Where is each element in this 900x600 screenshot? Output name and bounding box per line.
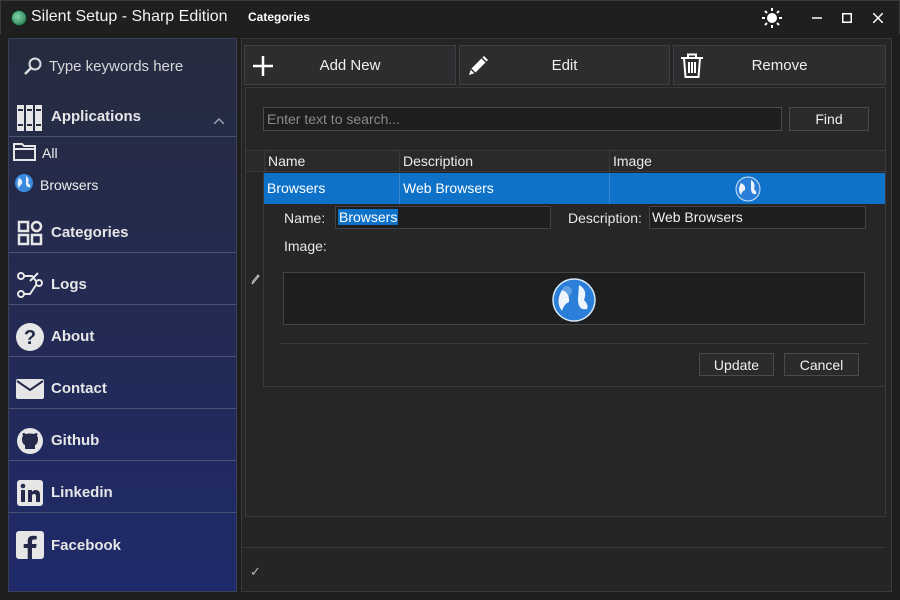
column-header-description[interactable]: Description: [399, 151, 609, 172]
github-icon: [15, 426, 45, 456]
row-indicator: [246, 173, 264, 387]
description-label: Description:: [568, 210, 642, 226]
find-search-input[interactable]: [263, 107, 782, 131]
remove-label: Remove: [751, 56, 808, 74]
folder-icon: [13, 141, 37, 166]
search-icon: [24, 57, 42, 75]
add-new-label: Add New: [319, 56, 381, 74]
sidebar-group-categories[interactable]: Categories: [9, 213, 236, 253]
update-button[interactable]: Update: [699, 353, 774, 376]
edit-button[interactable]: Edit: [459, 45, 670, 85]
app-logo-icon: [11, 10, 27, 26]
find-button[interactable]: Find: [789, 107, 869, 131]
close-button[interactable]: [866, 7, 890, 29]
sidebar-item-all[interactable]: All: [9, 138, 236, 168]
sidebar-group-logs[interactable]: Logs: [9, 265, 236, 305]
name-label: Name:: [284, 210, 326, 226]
cancel-button[interactable]: Cancel: [784, 353, 859, 376]
cell-description: Web Browsers: [399, 173, 609, 204]
sidebar-item-label: Browsers: [40, 177, 99, 193]
sidebar-group-github[interactable]: Github: [9, 421, 236, 461]
linkedin-icon: [15, 478, 45, 508]
question-icon: ?: [15, 322, 45, 352]
sidebar-search-input[interactable]: [49, 57, 229, 75]
app-title: Silent Setup - Sharp Edition: [31, 8, 228, 25]
svg-text:?: ?: [24, 327, 36, 349]
title-bar: Silent Setup - Sharp Edition Categories: [0, 0, 900, 34]
cell-name: Browsers: [267, 180, 326, 196]
remove-button[interactable]: Remove: [673, 45, 886, 85]
sidebar-item-browsers[interactable]: Browsers: [9, 170, 236, 200]
sidebar-group-linkedin[interactable]: Linkedin: [9, 473, 236, 513]
sidebar-group-facebook[interactable]: Facebook: [9, 525, 236, 565]
sidebar-group-label: About: [51, 328, 95, 345]
sidebar-search: [9, 39, 236, 93]
mail-icon: [15, 374, 45, 404]
globe-icon: [13, 172, 35, 199]
checkmark-icon[interactable]: ✓: [250, 564, 261, 580]
sidebar-group-applications[interactable]: Applications: [9, 97, 236, 137]
name-field[interactable]: Browsers: [335, 206, 551, 229]
sidebar-group-label: Logs: [51, 276, 87, 293]
grid-footer: [244, 518, 885, 548]
maximize-button[interactable]: [835, 7, 859, 29]
edit-pencil-icon: [250, 272, 260, 290]
cell-image: [609, 173, 885, 204]
flow-chart-icon: [15, 270, 45, 300]
chevron-up-icon[interactable]: [213, 111, 225, 129]
sidebar-group-contact[interactable]: Contact: [9, 369, 236, 409]
image-label: Image:: [284, 238, 327, 254]
edit-label: Edit: [551, 56, 578, 74]
globe-icon: [552, 278, 596, 322]
sidebar-group-label: Linkedin: [51, 484, 113, 501]
sidebar-group-label: Applications: [51, 108, 142, 125]
minimize-button[interactable]: [805, 7, 829, 29]
description-field[interactable]: Web Browsers: [649, 206, 866, 229]
globe-icon: [735, 176, 761, 202]
grid-header: Name Description Image: [246, 150, 885, 172]
sidebar-group-label: Github: [51, 432, 100, 449]
column-header-image[interactable]: Image: [609, 151, 885, 172]
name-field-value: Browsers: [338, 209, 399, 225]
page-title: Categories: [248, 10, 311, 24]
sidebar-group-about[interactable]: ? About: [9, 317, 236, 357]
sidebar-group-label: Categories: [51, 224, 129, 241]
sidebar-group-label: Facebook: [51, 536, 122, 554]
image-picker[interactable]: [283, 272, 865, 325]
grid-icon: [15, 218, 45, 248]
table-row[interactable]: Browsers Web Browsers: [264, 173, 885, 204]
sidebar: Applications All Browsers Categories Log…: [8, 38, 237, 592]
theme-toggle-sun-icon[interactable]: [760, 7, 784, 29]
books-icon: [15, 102, 45, 132]
column-header-name[interactable]: Name: [264, 151, 399, 172]
form-separator: [280, 343, 869, 344]
sidebar-item-label: All: [42, 145, 58, 161]
sidebar-group-label: Contact: [51, 380, 107, 397]
facebook-icon: [15, 530, 45, 560]
add-new-button[interactable]: Add New: [244, 45, 456, 85]
